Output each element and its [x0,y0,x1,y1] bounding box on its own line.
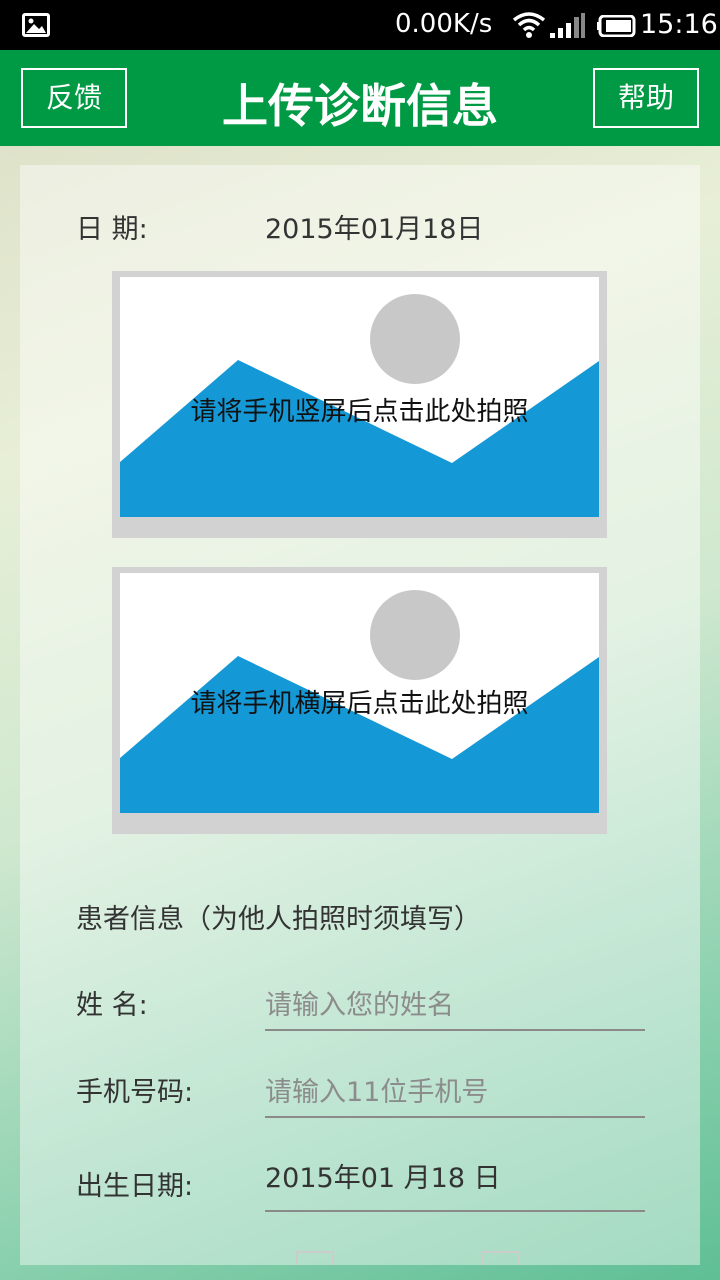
patient-info-section-title: 患者信息（为他人拍照时须填写） [76,904,481,935]
birth-date-label: 出生日期: [76,1171,194,1202]
name-label: 姓 名: [76,990,148,1021]
scroll-hint-left [296,1251,334,1265]
landscape-photo-button[interactable]: 请将手机横屏后点击此处拍照 [112,567,607,834]
status-bar: 0.00K/s 15:16 [0,0,720,50]
date-label: 日 期: [76,214,148,245]
portrait-photo-button[interactable]: 请将手机竖屏后点击此处拍照 [112,271,607,538]
help-button[interactable]: 帮助 [593,68,699,128]
form-card: 日 期: 2015年01月18日 请将手机竖屏后点击此处拍照 请将手机横屏后点击… [20,165,700,1265]
portrait-photo-caption: 请将手机竖屏后点击此处拍照 [190,397,529,427]
network-speed: 0.00K/s [395,9,493,39]
gallery-icon [22,13,50,37]
wifi-icon [512,12,546,38]
battery-icon [597,15,636,37]
app-bar: 反馈 上传诊断信息 帮助 [0,50,720,146]
date-value: 2015年01月18日 [265,214,484,245]
clock: 15:16 [640,9,718,40]
page-title: 上传诊断信息 [222,79,498,133]
name-input[interactable] [265,981,645,1031]
birth-date-field[interactable]: 2015年01 月18 日 [265,1162,645,1212]
signal-icon [550,13,585,38]
feedback-button[interactable]: 反馈 [21,68,127,128]
landscape-photo-caption: 请将手机横屏后点击此处拍照 [190,689,529,719]
scroll-hint-right [481,1251,519,1265]
phone-input[interactable] [265,1068,645,1118]
phone-label: 手机号码: [76,1077,194,1108]
